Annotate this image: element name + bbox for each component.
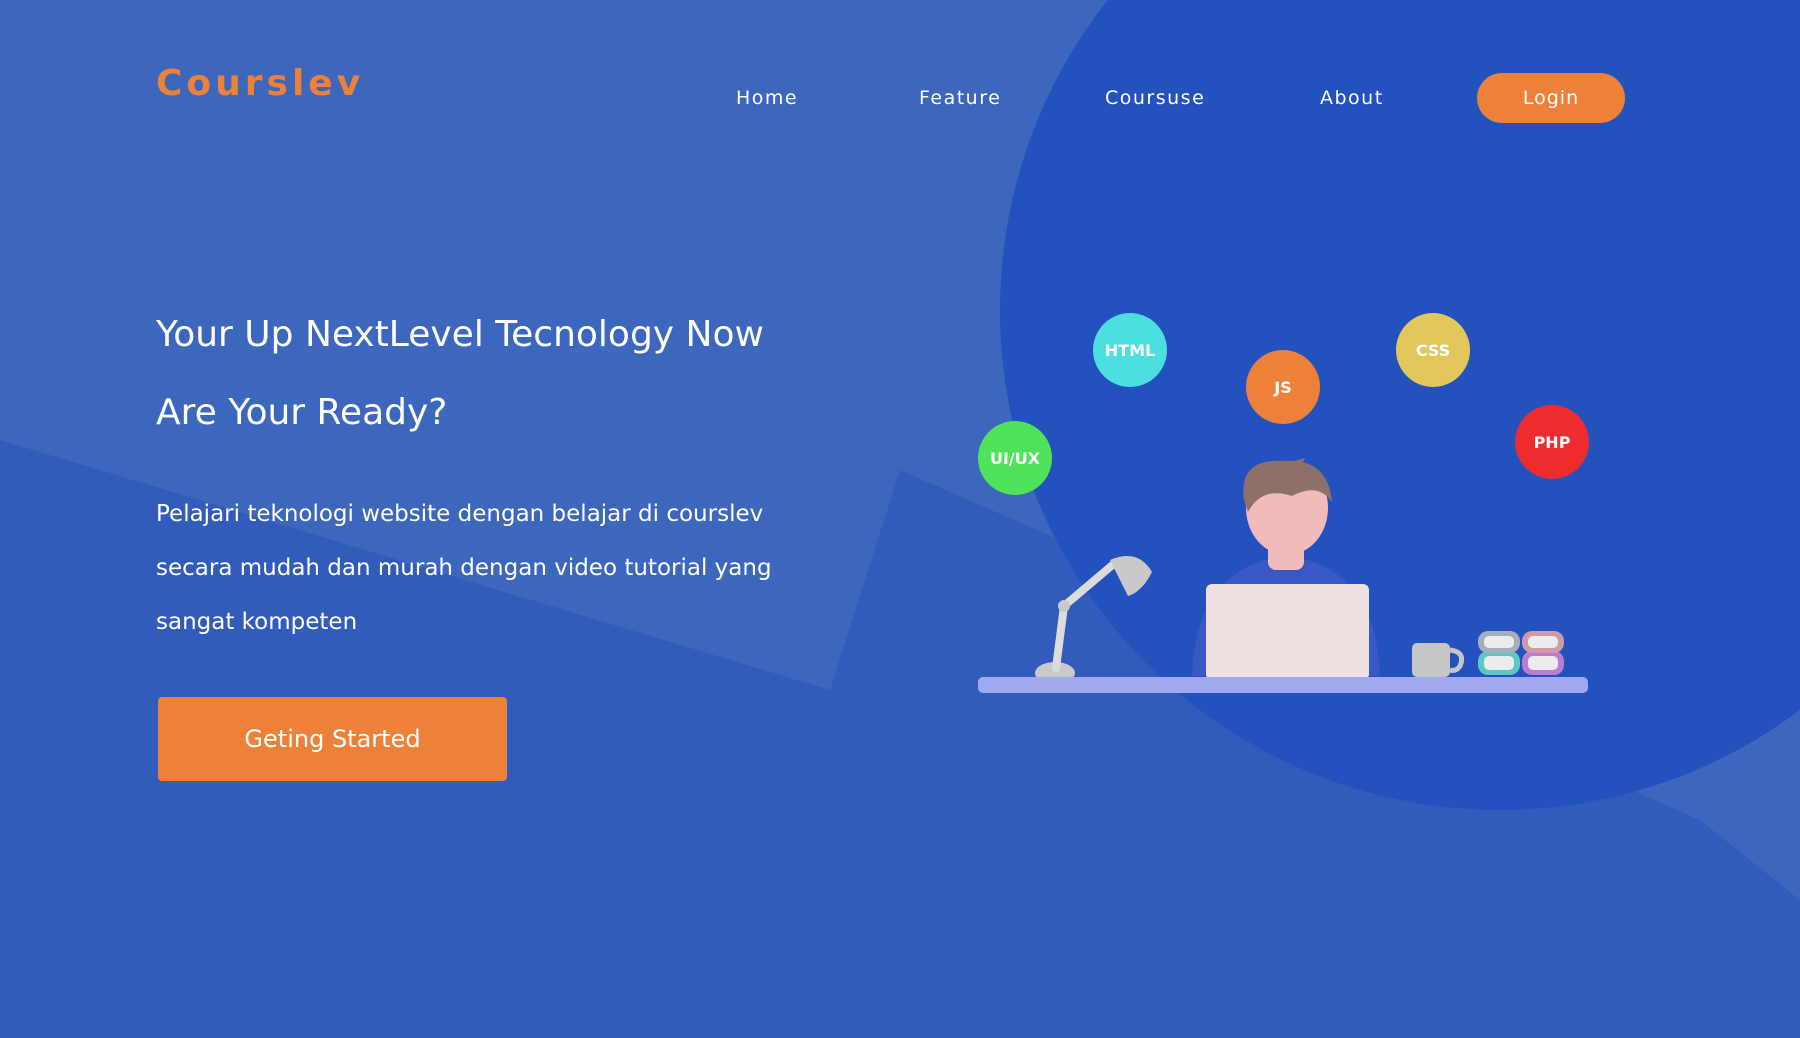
developer-illustration xyxy=(978,458,1588,693)
landing-page: Courslev Home Feature Coursuse About Log… xyxy=(0,0,1800,1038)
html-badge: HTML xyxy=(1093,313,1167,387)
desk-lamp-icon xyxy=(1035,556,1152,684)
books-stack-icon xyxy=(1478,631,1564,675)
js-badge: JS xyxy=(1246,350,1320,424)
laptop-icon xyxy=(1206,584,1369,680)
coffee-mug-icon xyxy=(1412,643,1465,677)
desk-surface xyxy=(978,677,1588,693)
uiux-badge: UI/UX xyxy=(978,421,1052,495)
php-badge: PHP xyxy=(1515,405,1589,479)
css-badge: CSS xyxy=(1396,313,1470,387)
